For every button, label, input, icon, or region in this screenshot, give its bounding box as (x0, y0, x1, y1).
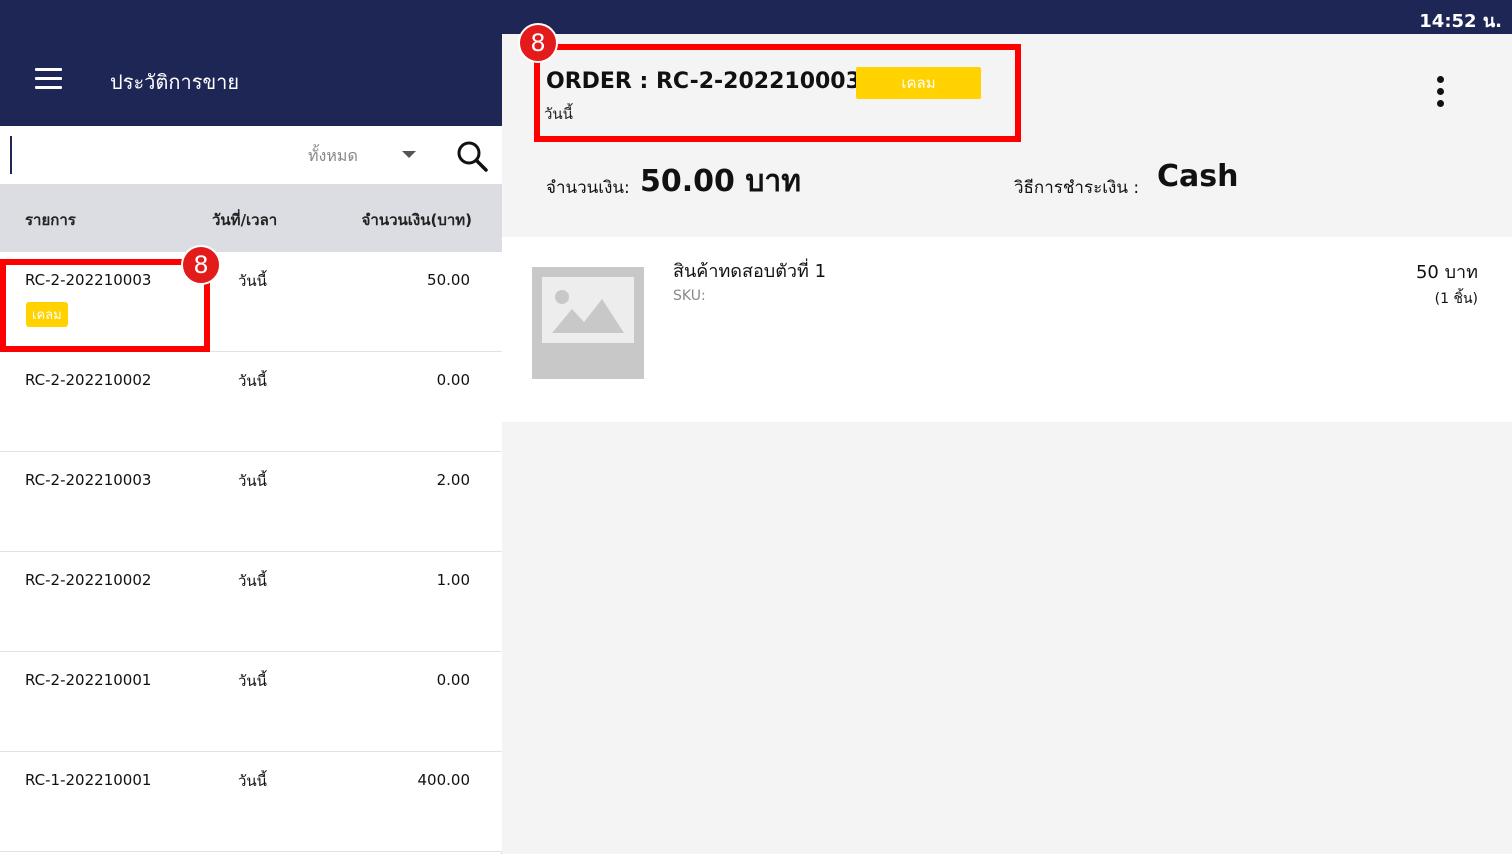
item-price: 50 บาท (1415, 262, 1478, 283)
sales-history-pane: ประวัติการขาย ทั้งหมด รายการ วันที่/เวลา… (0, 0, 502, 854)
payment-method-label: วิธีการชำระเงิน : (1014, 178, 1140, 198)
table-row[interactable]: RC-2-202210001 วันนี้ 0.00 (0, 652, 502, 752)
amount-label: จำนวนเงิน: (546, 178, 630, 198)
receipt-date: วันนี้ (238, 472, 267, 490)
status-time: 14:52 น. (1419, 11, 1502, 32)
item-name: สินค้าทดสอบตัวที่ 1 (673, 261, 827, 282)
table-row[interactable]: RC-1-202210001 วันนี้ 400.00 (0, 752, 502, 852)
item-quantity: (1 ชิ้น) (1434, 291, 1478, 307)
table-row[interactable]: RC-2-202210003 เคลม วันนี้ 50.00 (0, 252, 502, 352)
receipt-id: RC-1-202210001 (25, 771, 152, 789)
order-item: สินค้าทดสอบตัวที่ 1 SKU: 50 บาท (1 ชิ้น) (502, 237, 1512, 422)
table-row[interactable]: RC-2-202210003 วันนี้ 2.00 (0, 452, 502, 552)
receipt-date: วันนี้ (238, 672, 267, 690)
step-marker-left: 8 (181, 245, 221, 285)
receipt-date: วันนี้ (238, 372, 267, 390)
receipt-id: RC-2-202210002 (25, 571, 152, 589)
receipt-amount: 1.00 (436, 571, 470, 589)
search-input[interactable] (10, 136, 290, 174)
receipt-date: วันนี้ (238, 572, 267, 590)
chevron-down-icon[interactable] (402, 151, 416, 158)
search-icon[interactable] (455, 139, 489, 173)
payment-method-value: Cash (1157, 159, 1239, 194)
filter-select-value[interactable]: ทั้งหมด (308, 144, 358, 169)
receipt-id: RC-2-202210001 (25, 671, 152, 689)
order-date: วันนี้ (544, 105, 573, 123)
receipt-amount: 50.00 (427, 271, 470, 289)
claim-badge: เคลม (856, 67, 981, 99)
receipt-amount: 2.00 (436, 471, 470, 489)
sales-list: RC-2-202210003 เคลม วันนี้ 50.00 RC-2-20… (0, 252, 502, 852)
receipt-id: RC-2-202210003 (25, 271, 152, 289)
step-marker-right: 8 (518, 23, 558, 63)
column-header-item: รายการ (25, 211, 76, 229)
receipt-amount: 0.00 (436, 371, 470, 389)
page-title: ประวัติการขาย (110, 70, 240, 94)
more-vertical-icon[interactable] (1434, 76, 1446, 110)
column-header-date: วันที่/เวลา (212, 211, 278, 229)
column-header-amount: จำนวนเงิน(บาท) (361, 211, 472, 229)
image-placeholder-icon (532, 267, 644, 379)
order-detail-pane: ORDER : RC-2-202210003 เคลม วันนี้ จำนวน… (502, 34, 1512, 854)
receipt-amount: 0.00 (436, 671, 470, 689)
amount-value: 50.00 บาท (640, 164, 802, 199)
search-bar: ทั้งหมด (0, 126, 502, 184)
order-title: ORDER : RC-2-202210003 (546, 69, 861, 94)
hamburger-icon[interactable] (35, 68, 62, 89)
table-row[interactable]: RC-2-202210002 วันนี้ 1.00 (0, 552, 502, 652)
receipt-id: RC-2-202210002 (25, 371, 152, 389)
receipt-date: วันนี้ (238, 772, 267, 790)
item-sku: SKU: (673, 288, 706, 304)
table-row[interactable]: RC-2-202210002 วันนี้ 0.00 (0, 352, 502, 452)
claim-badge: เคลม (26, 302, 68, 327)
receipt-amount: 400.00 (417, 771, 471, 789)
status-bar: 14:52 น. (0, 0, 1512, 34)
receipt-date: วันนี้ (238, 272, 267, 290)
table-header: รายการ วันที่/เวลา จำนวนเงิน(บาท) (0, 184, 502, 252)
receipt-id: RC-2-202210003 (25, 471, 152, 489)
